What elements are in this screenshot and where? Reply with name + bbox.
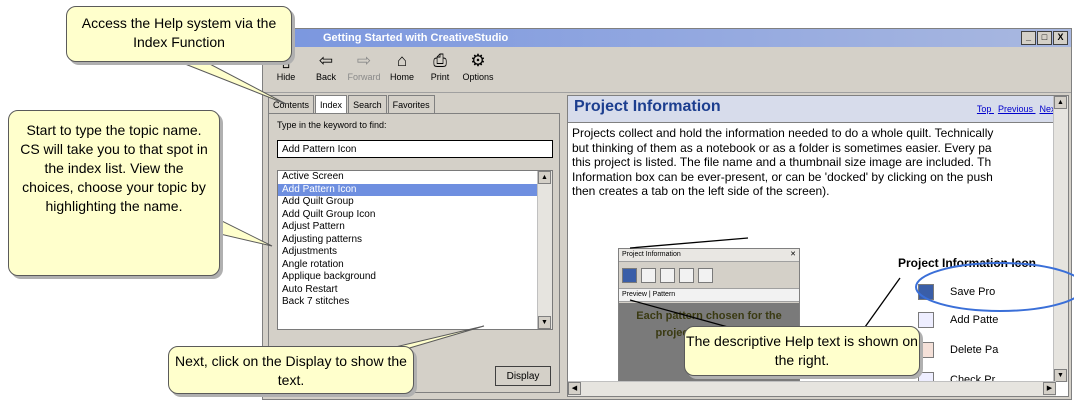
callout-right: The descriptive Help text is shown on th… bbox=[684, 326, 920, 376]
index-callout-pointer bbox=[179, 61, 287, 105]
connector-line bbox=[629, 237, 749, 249]
type-callout-pointer bbox=[219, 219, 273, 247]
callout-index: Access the Help system via the Index Fun… bbox=[66, 6, 292, 62]
highlight-ring bbox=[915, 262, 1074, 312]
callout-display: Next, click on the Display to show the t… bbox=[168, 346, 414, 394]
callout-type: Start to type the topic name. CS will ta… bbox=[8, 110, 220, 276]
